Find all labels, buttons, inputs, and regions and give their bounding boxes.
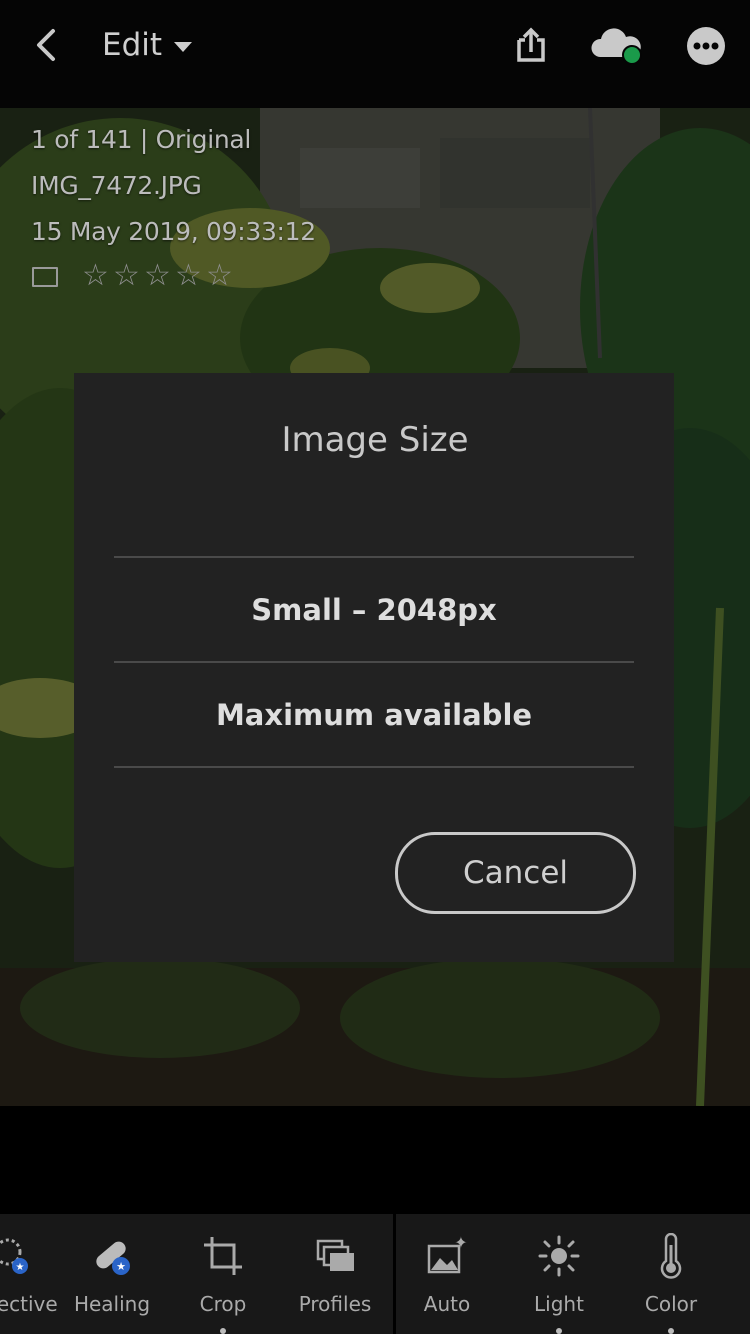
healing-icon: ★ <box>56 1232 168 1280</box>
svg-text:✦: ✦ <box>454 1234 467 1252</box>
crop-icon <box>167 1232 279 1280</box>
star-icon[interactable]: ☆ <box>80 258 111 294</box>
divider <box>114 766 634 768</box>
svg-text:★: ★ <box>116 1260 126 1273</box>
star-icon[interactable]: ☆ <box>173 258 204 294</box>
option-maximum-available[interactable]: Maximum available <box>114 663 634 767</box>
svg-text:★: ★ <box>16 1262 25 1273</box>
photo-datetime: 15 May 2019, 09:33:12 <box>31 217 316 246</box>
top-bar: Edit <box>0 0 750 108</box>
photo-count: 1 of 141 | Original <box>31 125 252 154</box>
tool-healing[interactable]: ★ Healing <box>56 1214 168 1334</box>
star-icon[interactable]: ☆ <box>204 258 235 294</box>
more-icon[interactable] <box>682 22 730 70</box>
chevron-left-icon[interactable] <box>24 22 70 68</box>
star-icon[interactable]: ☆ <box>142 258 173 294</box>
auto-icon: ✦ <box>391 1232 503 1280</box>
option-small-2048[interactable]: Small – 2048px <box>114 558 634 662</box>
star-icon[interactable]: ☆ <box>111 258 142 294</box>
color-icon <box>615 1232 727 1280</box>
active-dot <box>220 1328 226 1334</box>
flag-icon[interactable] <box>32 267 58 287</box>
dialog-title: Image Size <box>281 420 469 460</box>
profiles-icon <box>279 1232 391 1280</box>
tool-crop[interactable]: Crop <box>167 1214 279 1334</box>
caret-down-icon <box>174 41 193 52</box>
tool-color[interactable]: Color <box>615 1214 727 1334</box>
edit-mode-dropdown[interactable]: Edit <box>102 20 193 70</box>
active-dot <box>668 1328 674 1334</box>
photo-filename: IMG_7472.JPG <box>31 171 202 200</box>
tool-auto[interactable]: ✦ Auto <box>391 1214 503 1334</box>
tool-profiles[interactable]: Profiles <box>279 1214 391 1334</box>
edit-mode-label: Edit <box>102 27 163 63</box>
cloud-sync-icon[interactable] <box>590 22 646 70</box>
star-rating[interactable]: ☆ ☆ ☆ ☆ ☆ <box>80 258 235 294</box>
edit-toolbar: ★ Selective ★ Healing Crop Profiles ✦ Au… <box>0 1214 750 1334</box>
light-icon <box>503 1232 615 1280</box>
cancel-button[interactable]: Cancel <box>395 832 636 914</box>
toolbar-divider <box>393 1214 396 1334</box>
share-icon[interactable] <box>507 22 555 70</box>
tool-light[interactable]: Light <box>503 1214 615 1334</box>
tool-label: Color <box>644 1292 698 1316</box>
active-dot <box>556 1328 562 1334</box>
